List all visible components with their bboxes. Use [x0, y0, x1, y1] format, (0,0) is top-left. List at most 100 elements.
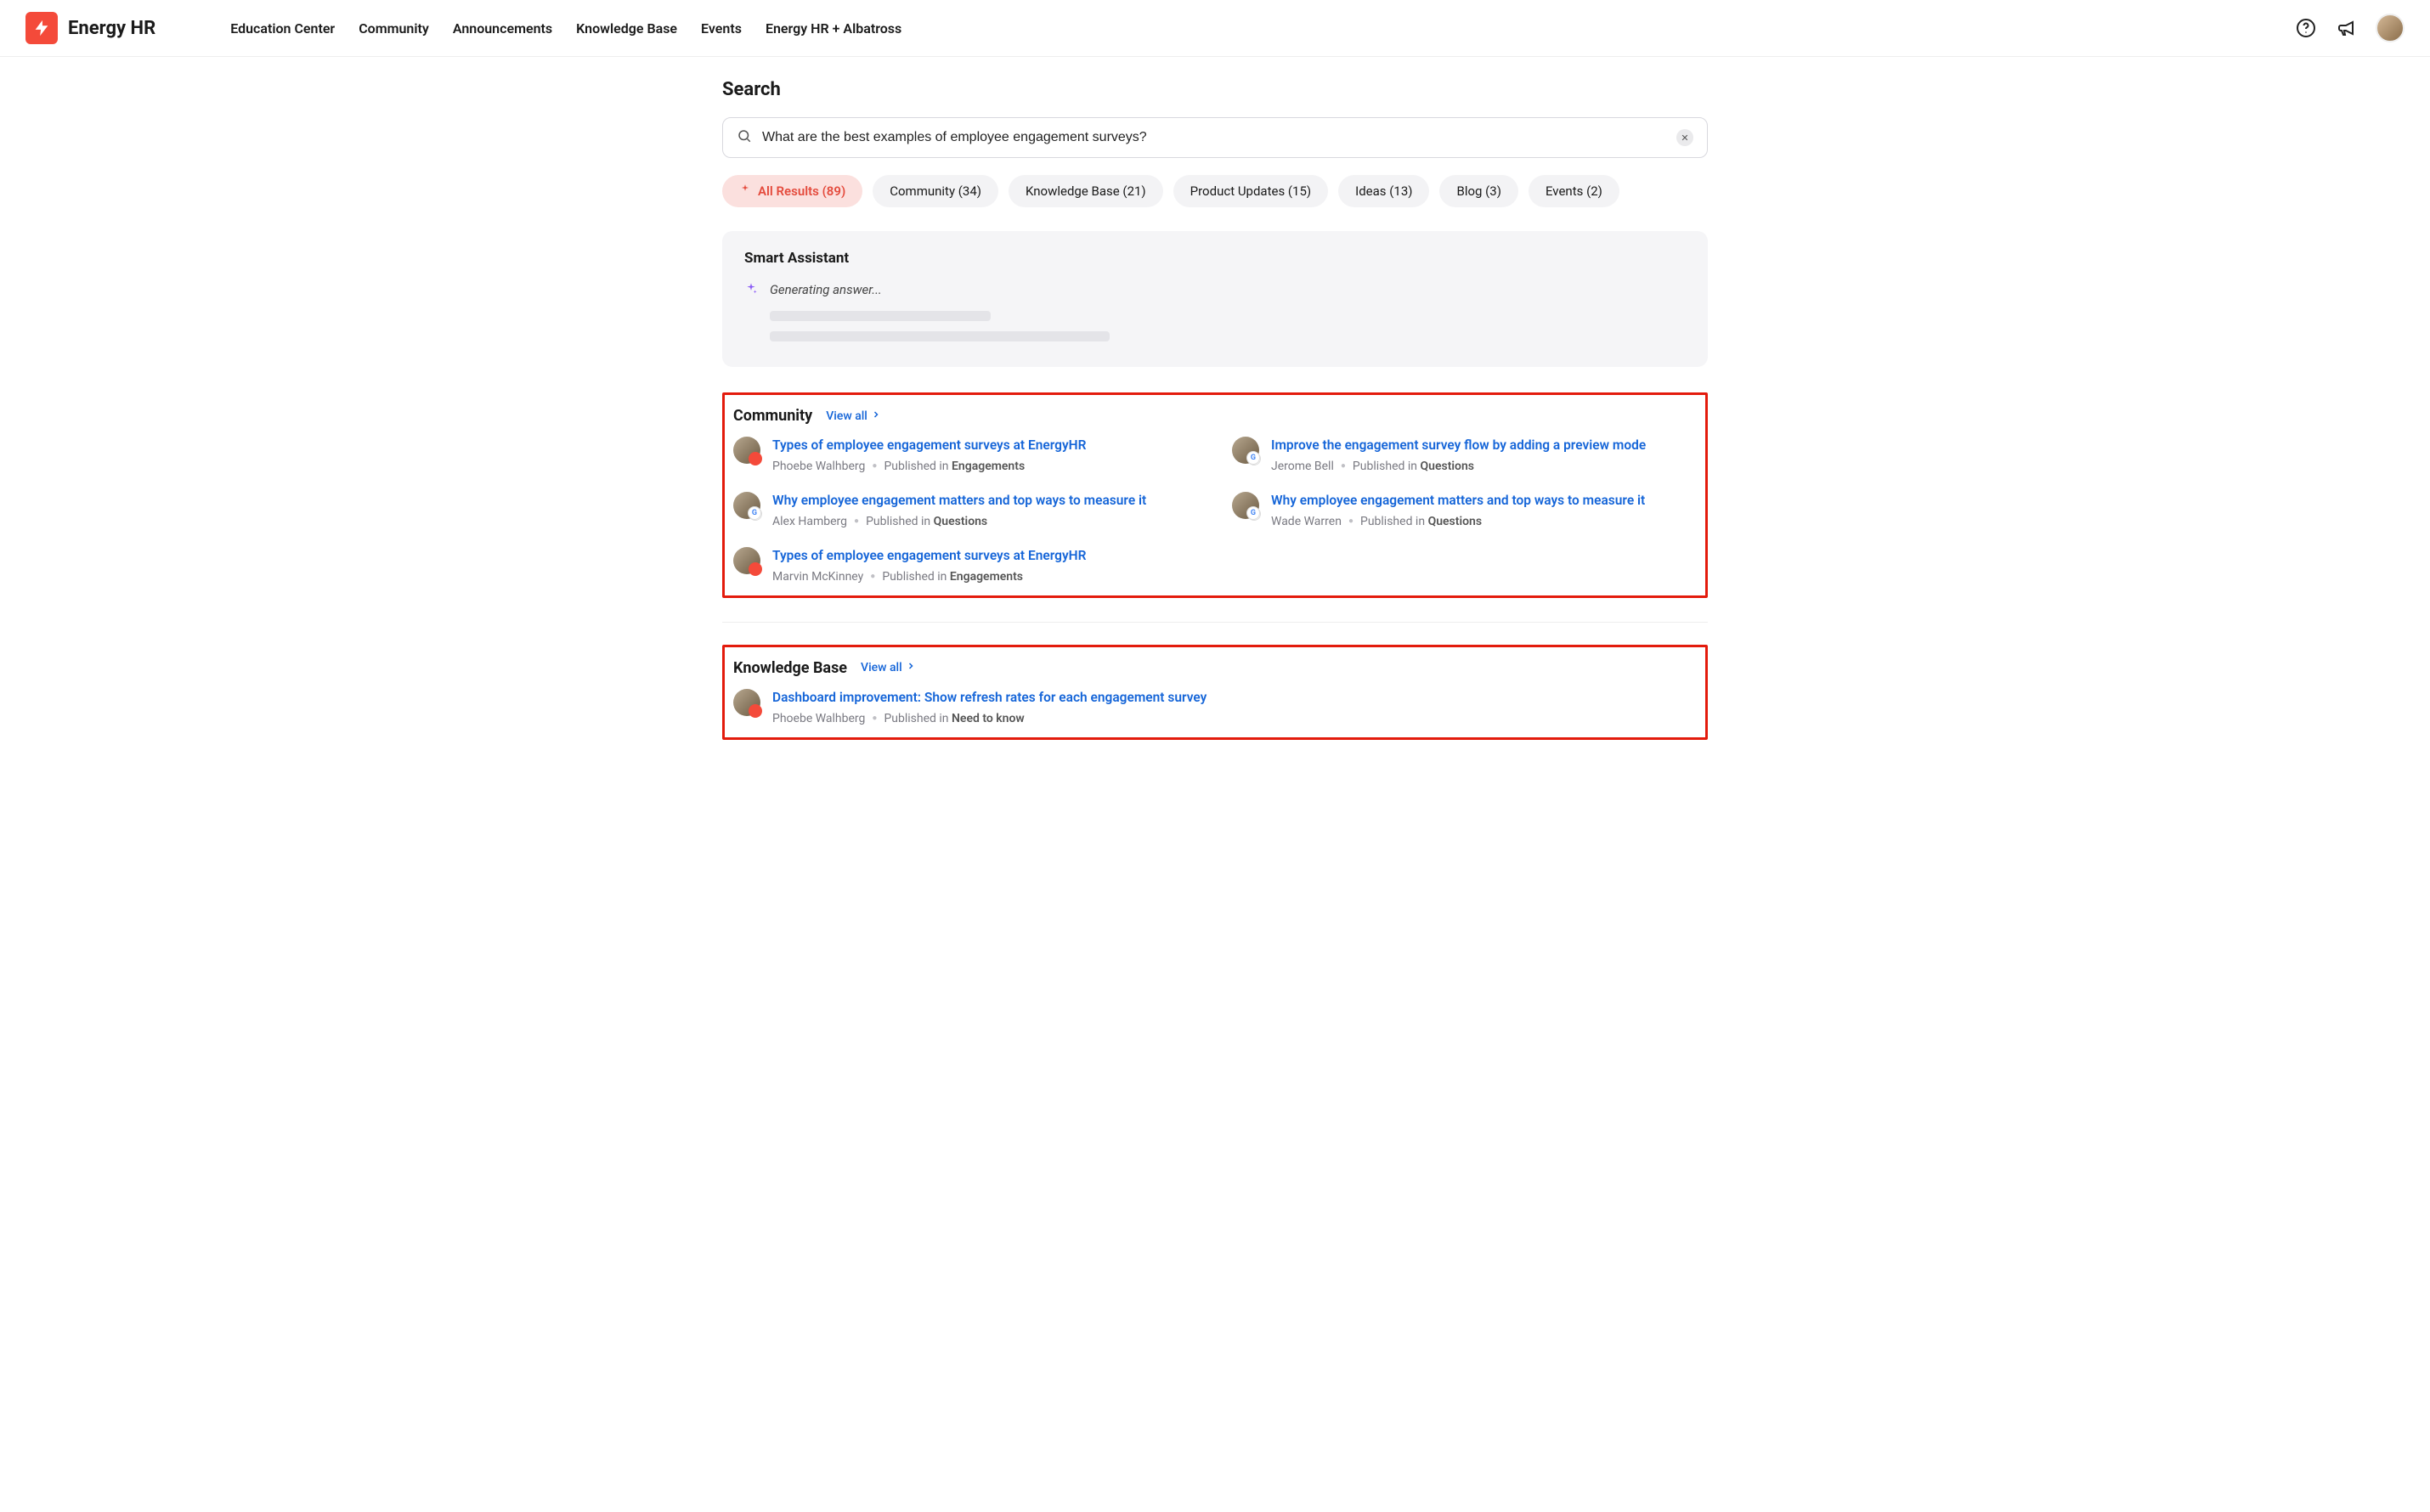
result-meta: Jerome Bell ● Published in Questions	[1271, 460, 1697, 473]
separator-dot: ●	[1341, 461, 1346, 471]
result-title-link[interactable]: Improve the engagement survey flow by ad…	[1271, 437, 1697, 454]
chevron-right-icon	[906, 661, 916, 674]
result-item: Types of employee engagement surveys at …	[733, 437, 1198, 473]
result-meta: Phoebe Walhberg ● Published in Engagemen…	[772, 460, 1198, 473]
published-in-category: Need to know	[952, 712, 1025, 725]
result-title-link[interactable]: Types of employee engagement surveys at …	[772, 437, 1198, 454]
community-results: Types of employee engagement surveys at …	[725, 437, 1697, 584]
nav-events[interactable]: Events	[701, 20, 742, 37]
brand[interactable]: Energy HR	[25, 12, 155, 44]
filter-ideas[interactable]: Ideas (13)	[1338, 175, 1429, 207]
published-in-prefix: Published in	[884, 712, 948, 725]
result-title-link[interactable]: Why employee engagement matters and top …	[1271, 492, 1697, 510]
author-avatar[interactable]	[1232, 437, 1259, 464]
filter-events[interactable]: Events (2)	[1529, 175, 1619, 207]
result-item: Why employee engagement matters and top …	[733, 492, 1198, 528]
skeleton-bar	[770, 331, 1110, 341]
knowledge-base-section: Knowledge Base View all Dashboard improv…	[722, 645, 1708, 740]
separator-dot: ●	[870, 572, 875, 581]
result-meta: Wade Warren ● Published in Questions	[1271, 515, 1697, 528]
filter-all-results[interactable]: All Results (89)	[722, 175, 862, 207]
result-title-link[interactable]: Types of employee engagement surveys at …	[772, 547, 1198, 565]
nav-announcements[interactable]: Announcements	[453, 20, 552, 37]
author-avatar[interactable]	[733, 492, 760, 519]
published-in-category: Questions	[1421, 460, 1474, 473]
result-meta: Phoebe Walhberg ● Published in Need to k…	[772, 712, 1697, 725]
filter-community[interactable]: Community (34)	[873, 175, 998, 207]
author-name: Marvin McKinney	[772, 570, 863, 584]
published-in-prefix: Published in	[882, 570, 947, 584]
knowledge-results: Dashboard improvement: Show refresh rate…	[725, 689, 1697, 725]
smart-assistant-panel: Smart Assistant Generating answer...	[722, 231, 1708, 367]
page: Search ✕ All Results (89) Community (34)…	[705, 57, 1725, 815]
author-avatar[interactable]	[733, 437, 760, 464]
loading-skeleton	[770, 311, 1686, 341]
filter-label: Knowledge Base (21)	[1026, 183, 1146, 199]
separator-dot: ●	[854, 516, 859, 526]
published-in-category: Engagements	[952, 460, 1025, 473]
view-all-label: View all	[826, 409, 867, 423]
section-divider	[722, 622, 1708, 623]
section-title: Knowledge Base	[733, 659, 847, 677]
separator-dot: ●	[1348, 516, 1353, 526]
clear-search-icon[interactable]: ✕	[1676, 129, 1693, 146]
user-avatar[interactable]	[2376, 14, 2405, 42]
view-all-link[interactable]: View all	[861, 661, 916, 674]
help-icon[interactable]	[2294, 16, 2318, 40]
author-name: Wade Warren	[1271, 515, 1342, 528]
author-name: Phoebe Walhberg	[772, 712, 865, 725]
author-name: Jerome Bell	[1271, 460, 1334, 473]
community-section: Community View all Types of employee eng…	[722, 392, 1708, 598]
search-icon	[737, 128, 752, 147]
published-in-category: Questions	[934, 515, 987, 528]
result-item: Types of employee engagement surveys at …	[733, 547, 1198, 584]
author-name: Phoebe Walhberg	[772, 460, 865, 473]
nav-integration[interactable]: Energy HR + Albatross	[766, 20, 901, 37]
published-in-prefix: Published in	[866, 515, 930, 528]
filter-product-updates[interactable]: Product Updates (15)	[1173, 175, 1328, 207]
filter-knowledge-base[interactable]: Knowledge Base (21)	[1009, 175, 1163, 207]
separator-dot: ●	[872, 714, 877, 723]
published-in-category: Questions	[1428, 515, 1482, 528]
filter-label: Product Updates (15)	[1190, 183, 1311, 199]
author-name: Alex Hamberg	[772, 515, 847, 528]
filter-blog[interactable]: Blog (3)	[1439, 175, 1517, 207]
result-item: Why employee engagement matters and top …	[1232, 492, 1697, 528]
result-item: Improve the engagement survey flow by ad…	[1232, 437, 1697, 473]
megaphone-icon[interactable]	[2335, 16, 2359, 40]
brand-logo-icon	[25, 12, 58, 44]
brand-name: Energy HR	[68, 18, 155, 39]
filter-label: All Results (89)	[758, 183, 845, 199]
result-title-link[interactable]: Dashboard improvement: Show refresh rate…	[772, 689, 1697, 707]
result-item: Dashboard improvement: Show refresh rate…	[733, 689, 1697, 725]
author-avatar[interactable]	[1232, 492, 1259, 519]
author-avatar[interactable]	[733, 547, 760, 574]
page-title: Search	[722, 79, 1708, 100]
smart-assistant-status: Generating answer...	[770, 282, 882, 297]
search-bar: ✕	[722, 117, 1708, 158]
nav-knowledge-base[interactable]: Knowledge Base	[576, 20, 677, 37]
nav-community[interactable]: Community	[359, 20, 429, 37]
search-input[interactable]	[762, 130, 1666, 145]
filter-label: Ideas (13)	[1355, 183, 1412, 199]
view-all-link[interactable]: View all	[826, 409, 881, 423]
published-in-prefix: Published in	[1360, 515, 1425, 528]
published-in-prefix: Published in	[1353, 460, 1417, 473]
filter-label: Events (2)	[1546, 183, 1602, 199]
filter-label: Blog (3)	[1456, 183, 1500, 199]
published-in-prefix: Published in	[884, 460, 948, 473]
result-meta: Marvin McKinney ● Published in Engagemen…	[772, 570, 1198, 584]
topbar-right	[2294, 14, 2405, 42]
nav-education-center[interactable]: Education Center	[230, 20, 335, 37]
section-title: Community	[733, 407, 812, 425]
filter-label: Community (34)	[890, 183, 981, 199]
sparkle-icon	[744, 282, 758, 299]
author-avatar[interactable]	[733, 689, 760, 716]
result-title-link[interactable]: Why employee engagement matters and top …	[772, 492, 1198, 510]
published-in-category: Engagements	[950, 570, 1023, 584]
separator-dot: ●	[872, 461, 877, 471]
view-all-label: View all	[861, 661, 902, 674]
sparkle-icon	[739, 183, 751, 199]
filter-pills: All Results (89) Community (34) Knowledg…	[722, 175, 1708, 207]
chevron-right-icon	[871, 409, 881, 423]
